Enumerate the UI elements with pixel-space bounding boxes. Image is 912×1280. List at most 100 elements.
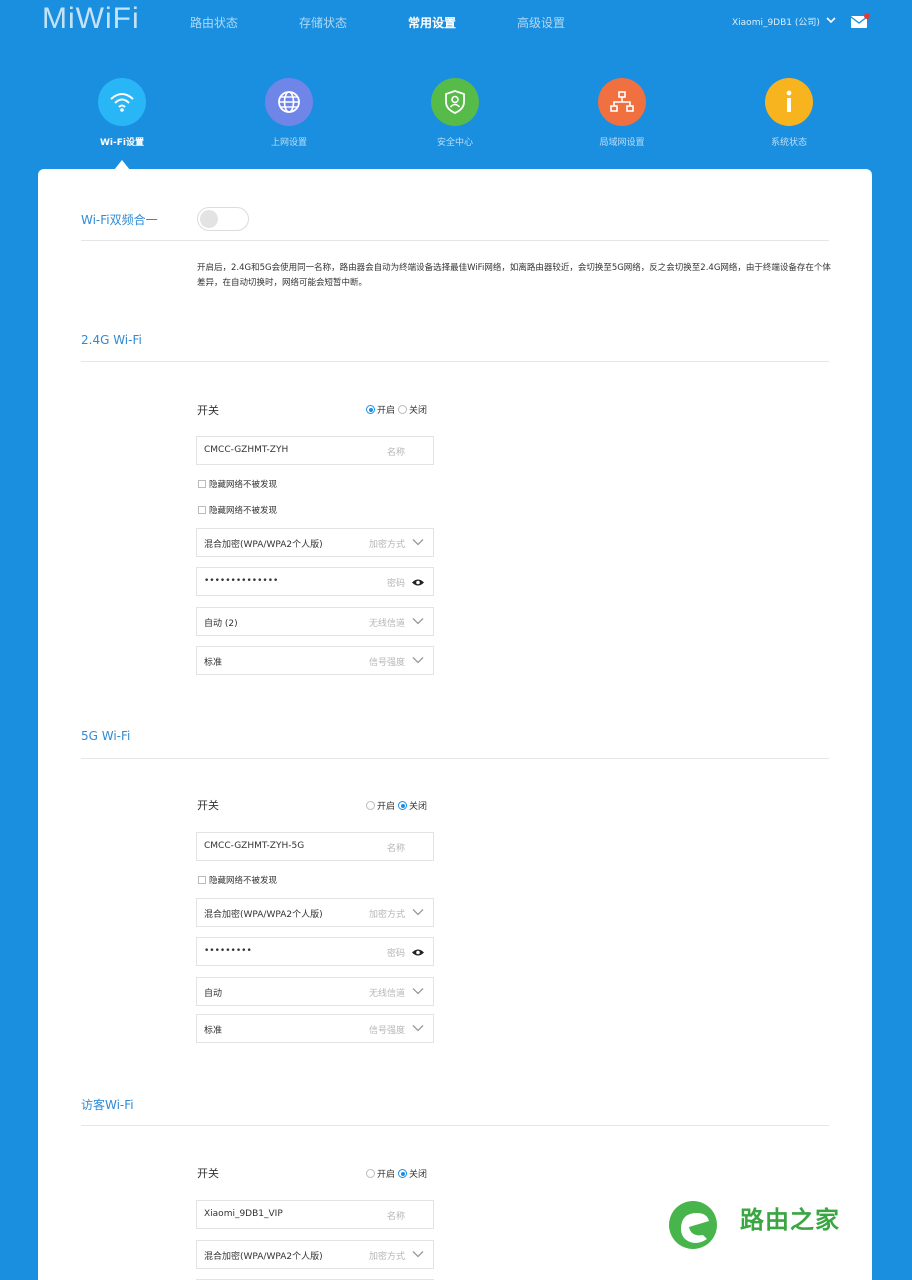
info-icon (765, 78, 813, 126)
guest-switch-label: 开关 (197, 1167, 219, 1180)
checkbox-label: 隐藏网络不被发现 (209, 506, 278, 516)
eye-icon[interactable] (411, 578, 425, 587)
field-value: 自动 (204, 989, 223, 999)
checkbox-box (198, 506, 206, 514)
dual-band-toggle[interactable] (197, 207, 249, 231)
wifi24-on-radio[interactable] (366, 405, 375, 414)
field-placeholder: 加密方式 (368, 910, 405, 920)
field-placeholder: 加密方式 (368, 1252, 405, 1262)
radio-label: 开启 (377, 406, 396, 416)
wifi5-off-radio[interactable] (398, 801, 408, 810)
radio-label: 开启 (377, 1170, 396, 1180)
category-label: 上网设置 (270, 138, 307, 148)
wifi5-ssid-field[interactable]: CMCC-GZHMT-ZYH-5G 名称 (196, 832, 434, 861)
divider (81, 361, 829, 362)
category-security-center[interactable]: 安全中心 (395, 78, 515, 148)
settings-panel: Wi-Fi双频合一 开启后，2.4G和5G会使用同一名称，路由器会自动为终端设备… (38, 169, 872, 1280)
radio-label: 关闭 (409, 406, 428, 416)
wifi24-hide-checkbox-2[interactable]: 隐藏网络不被发现 (198, 504, 277, 516)
watermark-text: 路由之家 (740, 1206, 840, 1234)
miwifi-logo[interactable]: MiWiFi (42, 2, 140, 36)
top-bar: MiWiFi 路由状态 存储状态 常用设置 高级设置 Xiaomi_9DB1 (… (0, 0, 912, 50)
category-internet-settings[interactable]: 上网设置 (229, 78, 349, 148)
guest-encryption-select[interactable]: 混合加密(WPA/WPA2个人版) 加密方式 (196, 1240, 434, 1269)
checkbox-box (198, 480, 206, 488)
wifi5-password-field[interactable]: ••••••••• 密码 (196, 937, 434, 966)
toggle-knob (200, 210, 218, 228)
checkbox-label: 隐藏网络不被发现 (209, 876, 278, 886)
category-lan-settings[interactable]: 局域网设置 (562, 78, 682, 148)
nav-storage-status[interactable]: 存储状态 (299, 14, 347, 31)
field-placeholder: 名称 (386, 844, 405, 854)
wifi24-password-field[interactable]: •••••••••••••• 密码 (196, 567, 434, 596)
shield-user-icon (431, 78, 479, 126)
nav-advanced-settings[interactable]: 高级设置 (517, 14, 565, 31)
category-label: Wi-Fi设置 (100, 138, 144, 148)
wifi24-channel-select[interactable]: 自动 (2) 无线信道 (196, 607, 434, 636)
divider (81, 758, 829, 759)
field-placeholder: 密码 (386, 949, 405, 959)
category-label: 局域网设置 (599, 138, 645, 148)
chevron-down-icon (412, 618, 424, 625)
wifi5-switch-label: 开关 (197, 799, 219, 812)
chevron-down-icon (412, 988, 424, 995)
field-value: 标准 (204, 1026, 223, 1036)
field-placeholder: 无线信道 (368, 989, 405, 999)
wifi-icon (98, 78, 146, 126)
wifi24-ssid-field[interactable]: CMCC-GZHMT-ZYH 名称 (196, 436, 434, 465)
field-placeholder: 信号强度 (368, 1026, 405, 1036)
eye-icon[interactable] (411, 948, 425, 957)
watermark-logo (669, 1201, 717, 1249)
field-value: 混合加密(WPA/WPA2个人版) (204, 1252, 323, 1262)
checkbox-box (198, 876, 206, 884)
wifi24-strength-select[interactable]: 标准 信号强度 (196, 646, 434, 675)
chevron-down-icon (412, 539, 424, 546)
wifi5-hide-checkbox[interactable]: 隐藏网络不被发现 (198, 874, 277, 886)
guest-on-radio[interactable] (366, 1169, 375, 1178)
field-placeholder: 信号强度 (368, 658, 405, 668)
category-label: 系统状态 (770, 138, 807, 148)
category-wifi-settings[interactable]: Wi-Fi设置 (62, 78, 182, 148)
user-account-menu[interactable]: Xiaomi_9DB1 (公司) (732, 15, 820, 28)
dual-band-title: Wi-Fi双频合一 (81, 213, 158, 227)
radio-label: 开启 (377, 802, 396, 812)
globe-icon (265, 78, 313, 126)
field-value: 混合加密(WPA/WPA2个人版) (204, 910, 323, 920)
wifi5-title: 5G Wi-Fi (81, 729, 131, 743)
field-value: CMCC-GZHMT-ZYH-5G (204, 841, 305, 851)
chevron-down-icon (412, 909, 424, 916)
field-value: 混合加密(WPA/WPA2个人版) (204, 540, 323, 550)
category-label: 安全中心 (436, 138, 473, 148)
chevron-down-icon (412, 657, 424, 664)
wifi5-on-radio[interactable] (366, 801, 375, 810)
wifi24-off-radio[interactable] (398, 405, 408, 414)
wifi5-strength-select[interactable]: 标准 信号强度 (196, 1014, 434, 1043)
field-value: ••••••••• (204, 946, 252, 956)
chevron-down-icon (412, 1025, 424, 1032)
divider (81, 240, 829, 241)
guest-wifi-title: 访客Wi-Fi (81, 1098, 134, 1112)
chevron-down-icon[interactable] (826, 16, 836, 24)
guest-ssid-field[interactable]: Xiaomi_9DB1_VIP 名称 (196, 1200, 434, 1229)
field-value: 标准 (204, 658, 223, 668)
radio-label: 关闭 (409, 1170, 428, 1180)
wifi24-hide-checkbox[interactable]: 隐藏网络不被发现 (198, 478, 277, 490)
nav-router-status[interactable]: 路由状态 (190, 14, 238, 31)
field-placeholder: 无线信道 (368, 619, 405, 629)
wifi5-channel-select[interactable]: 自动 无线信道 (196, 977, 434, 1006)
wifi24-encryption-select[interactable]: 混合加密(WPA/WPA2个人版) 加密方式 (196, 528, 434, 557)
category-system-status[interactable]: 系统状态 (729, 78, 849, 148)
dual-band-description: 开启后，2.4G和5G会使用同一名称，路由器会自动为终端设备选择最佳WiFi网络… (197, 263, 831, 288)
field-value: CMCC-GZHMT-ZYH (204, 445, 289, 455)
wifi5-switch-radios: 开启 关闭 (366, 799, 430, 812)
wifi24-title: 2.4G Wi-Fi (81, 333, 142, 347)
network-tree-icon (598, 78, 646, 126)
guest-off-radio[interactable] (398, 1169, 408, 1178)
mail-icon[interactable] (850, 12, 870, 30)
field-placeholder: 名称 (386, 448, 405, 458)
field-placeholder: 名称 (386, 1212, 405, 1222)
radio-label: 关闭 (409, 802, 428, 812)
nav-common-settings[interactable]: 常用设置 (408, 14, 456, 31)
wifi24-switch-label: 开关 (197, 404, 219, 417)
wifi5-encryption-select[interactable]: 混合加密(WPA/WPA2个人版) 加密方式 (196, 898, 434, 927)
